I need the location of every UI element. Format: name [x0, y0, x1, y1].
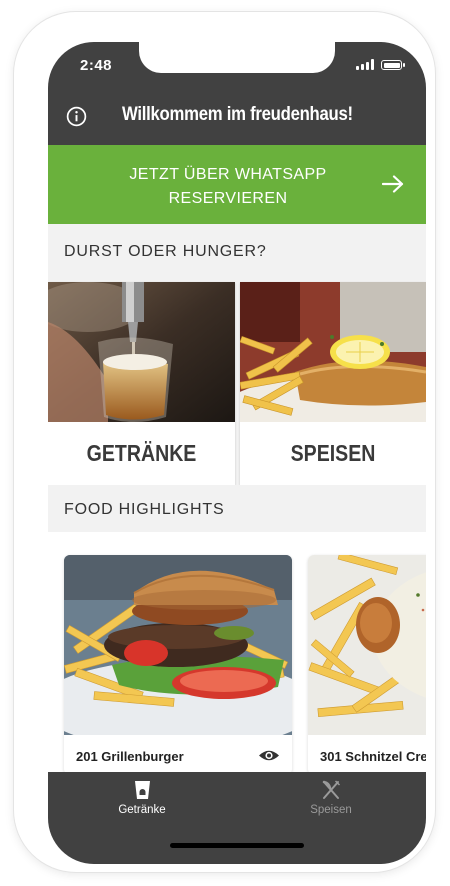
tab-label-drinks: Getränke: [118, 804, 166, 816]
whatsapp-reservation-banner[interactable]: JETZT ÜBER WHATSAPP RESERVIEREN: [48, 145, 426, 224]
section-title-categories: DURST ODER HUNGER?: [64, 243, 267, 260]
section-title-highlights: FOOD HIGHLIGHTS: [64, 501, 225, 518]
schnitzel-fries-photo: [240, 282, 426, 422]
category-card-food[interactable]: SPEISEN: [240, 282, 426, 485]
category-label-food: SPEISEN: [290, 440, 376, 466]
tab-drinks[interactable]: Getränke: [82, 780, 202, 830]
beer-tap-photo: [48, 282, 235, 422]
category-label-drinks: GETRÄNKE: [86, 440, 197, 466]
device-notch: [139, 42, 335, 73]
app-header: 2:48 Willkommem im freudenhaus!: [48, 42, 426, 145]
arrow-right-icon: [382, 175, 404, 193]
status-icons: [356, 59, 405, 70]
schnitzel-cream-photo: [308, 555, 426, 735]
app-screen: 2:48 Willkommem im freudenhaus! JETZT ÜB…: [48, 42, 426, 864]
drink-cup-icon: [134, 781, 150, 799]
highlight-name-burger: 201 Grillenburger: [76, 749, 184, 764]
eye-icon[interactable]: [258, 748, 280, 763]
highlight-name-schnitzel: 301 Schnitzel Creme: [320, 749, 426, 764]
category-card-drinks[interactable]: GETRÄNKE: [48, 282, 235, 485]
highlight-card-schnitzel[interactable]: 301 Schnitzel Creme: [308, 555, 426, 775]
food-highlights-carousel[interactable]: 201 Grillenburger 301 Schnitzel Cre: [48, 532, 426, 777]
burger-photo: [64, 555, 292, 735]
bottom-tab-bar: Getränke Speisen: [48, 772, 426, 864]
info-icon[interactable]: [66, 106, 87, 127]
tab-label-food: Speisen: [310, 804, 352, 816]
status-time: 2:48: [80, 57, 113, 74]
battery-icon: [381, 60, 405, 70]
highlight-card-burger[interactable]: 201 Grillenburger: [64, 555, 292, 775]
page-title: Willkommem im freudenhaus!: [122, 104, 353, 125]
whatsapp-banner-text: JETZT ÜBER WHATSAPP RESERVIEREN: [129, 166, 327, 207]
fork-knife-icon: [322, 780, 341, 799]
section-header-highlights: FOOD HIGHLIGHTS: [48, 485, 426, 532]
phone-frame: 2:48 Willkommem im freudenhaus! JETZT ÜB…: [14, 12, 435, 872]
section-header-categories: DURST ODER HUNGER?: [48, 224, 426, 280]
home-indicator: [170, 843, 304, 848]
signal-icon: [356, 59, 374, 70]
tab-food[interactable]: Speisen: [271, 780, 391, 830]
